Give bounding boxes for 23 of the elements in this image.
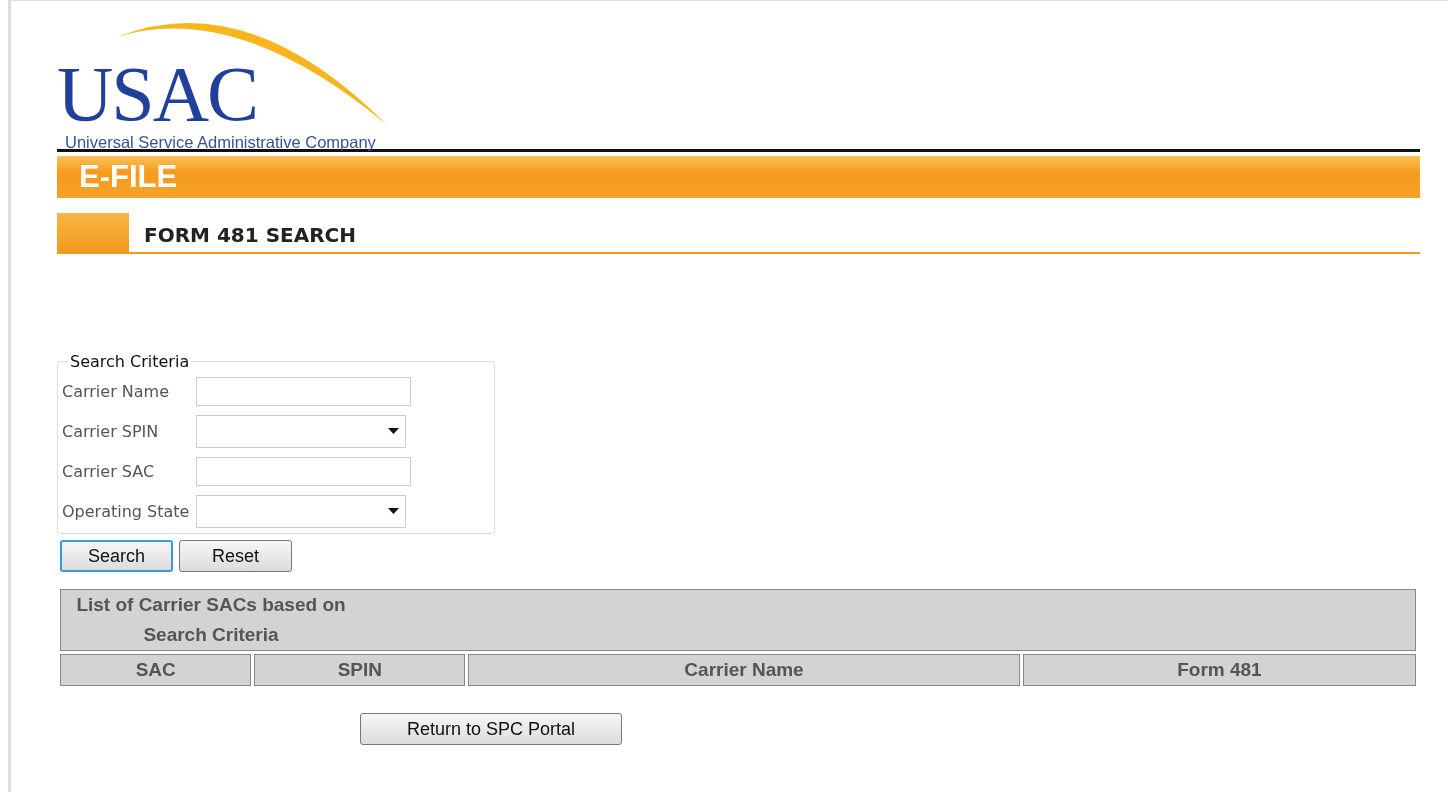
column-header: SPIN	[254, 654, 466, 686]
column-header: Carrier Name	[468, 654, 1020, 686]
field-label: Operating State	[62, 501, 191, 521]
return-button[interactable]: Return to SPC Portal	[360, 713, 622, 745]
dropdown-field[interactable]	[196, 494, 406, 528]
logo-wordmark: USAC	[57, 55, 258, 133]
field-label: Carrier Name	[62, 381, 170, 401]
field-label: Carrier SAC	[62, 461, 156, 481]
banner-title: E-FILE	[79, 159, 178, 195]
input-field[interactable]	[196, 456, 411, 486]
field-label: Carrier SPIN	[62, 421, 160, 441]
column-header: Form 481	[1022, 654, 1416, 686]
column-header: SAC	[60, 654, 252, 686]
form-button[interactable]: Reset	[179, 540, 292, 572]
dropdown-caret-icon	[388, 508, 399, 514]
input-field[interactable]	[196, 376, 411, 406]
panel-legend: Search Criteria	[68, 352, 192, 371]
form-button[interactable]: Search	[60, 540, 173, 572]
dropdown-caret-icon	[388, 428, 399, 434]
dropdown-field[interactable]	[196, 414, 406, 448]
table-caption: List of Carrier SACs based on Search Criteria	[60, 589, 1416, 651]
logo-tagline: Universal Service Administrative Company	[65, 133, 376, 152]
page-heading: FORM 481 SEARCH	[144, 222, 356, 247]
